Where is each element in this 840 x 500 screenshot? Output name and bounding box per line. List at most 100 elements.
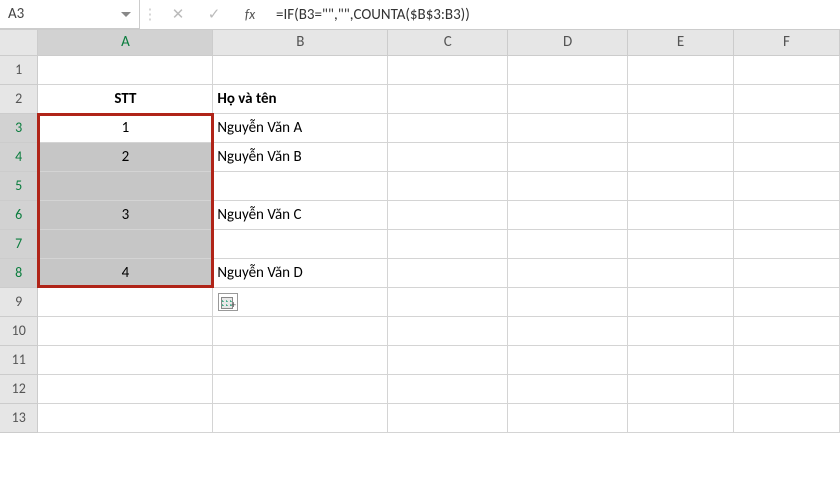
name-box[interactable]: A3 (0, 0, 140, 29)
cell-A13[interactable] (38, 403, 213, 432)
select-all-corner[interactable] (0, 30, 38, 55)
row-head-4[interactable]: 4 (0, 142, 38, 171)
formula-input[interactable]: =IF(B3="","",COUNTA($B$3:B3)) (268, 0, 840, 29)
col-head-F[interactable]: F (734, 30, 840, 55)
cell-D9[interactable] (508, 287, 628, 316)
row-head-13[interactable]: 13 (0, 403, 38, 432)
cell-A9[interactable] (38, 287, 213, 316)
cell-E1[interactable] (628, 55, 734, 84)
cell-C6[interactable] (388, 200, 508, 229)
cell-F1[interactable] (734, 55, 840, 84)
cell-B9[interactable] (213, 287, 388, 316)
cell-B2[interactable]: Họ và tên (213, 84, 388, 113)
cell-D3[interactable] (508, 113, 628, 142)
cell-D6[interactable] (508, 200, 628, 229)
row-head-6[interactable]: 6 (0, 200, 38, 229)
cell-C10[interactable] (388, 316, 508, 345)
row-head-1[interactable]: 1 (0, 55, 38, 84)
cell-C12[interactable] (388, 374, 508, 403)
cell-D8[interactable] (508, 258, 628, 287)
col-head-A[interactable]: A (38, 30, 213, 55)
autofill-options-button[interactable] (218, 293, 238, 311)
cancel-button[interactable]: ✕ (160, 0, 196, 29)
cell-D4[interactable] (508, 142, 628, 171)
cell-A11[interactable] (38, 345, 213, 374)
cell-F7[interactable] (734, 229, 840, 258)
cell-B11[interactable] (213, 345, 388, 374)
cell-C8[interactable] (388, 258, 508, 287)
cell-F13[interactable] (734, 403, 840, 432)
cell-A10[interactable] (38, 316, 213, 345)
col-head-B[interactable]: B (213, 30, 388, 55)
cell-F3[interactable] (734, 113, 840, 142)
cell-D2[interactable] (508, 84, 628, 113)
cell-B1[interactable] (213, 55, 388, 84)
cell-A4[interactable]: 2 (38, 142, 213, 171)
cell-B3[interactable]: Nguyễn Văn A (213, 113, 388, 142)
row-head-5[interactable]: 5 (0, 171, 38, 200)
cell-F8[interactable] (734, 258, 840, 287)
cell-C2[interactable] (388, 84, 508, 113)
cell-E8[interactable] (628, 258, 734, 287)
col-head-E[interactable]: E (628, 30, 734, 55)
cell-D10[interactable] (508, 316, 628, 345)
cell-A6[interactable]: 3 (38, 200, 213, 229)
enter-button[interactable]: ✓ (196, 0, 232, 29)
cell-B13[interactable] (213, 403, 388, 432)
cell-E13[interactable] (628, 403, 734, 432)
cell-A7[interactable] (38, 229, 213, 258)
cell-E6[interactable] (628, 200, 734, 229)
cell-E9[interactable] (628, 287, 734, 316)
cell-B4[interactable]: Nguyễn Văn B (213, 142, 388, 171)
cell-F6[interactable] (734, 200, 840, 229)
cell-D7[interactable] (508, 229, 628, 258)
cell-F9[interactable] (734, 287, 840, 316)
cell-D1[interactable] (508, 55, 628, 84)
cell-D5[interactable] (508, 171, 628, 200)
cell-A1[interactable] (38, 55, 213, 84)
cell-F10[interactable] (734, 316, 840, 345)
cell-F12[interactable] (734, 374, 840, 403)
cell-E10[interactable] (628, 316, 734, 345)
cell-C9[interactable] (388, 287, 508, 316)
cell-C11[interactable] (388, 345, 508, 374)
cell-D11[interactable] (508, 345, 628, 374)
cell-F11[interactable] (734, 345, 840, 374)
cell-C5[interactable] (388, 171, 508, 200)
row-head-10[interactable]: 10 (0, 316, 38, 345)
row-head-2[interactable]: 2 (0, 84, 38, 113)
chevron-down-icon[interactable] (121, 12, 131, 17)
cell-A2[interactable]: STT (38, 84, 213, 113)
cell-A5[interactable] (38, 171, 213, 200)
cell-A12[interactable] (38, 374, 213, 403)
row-head-9[interactable]: 9 (0, 287, 38, 316)
cell-E4[interactable] (628, 142, 734, 171)
cell-B8[interactable]: Nguyễn Văn D (213, 258, 388, 287)
cell-B6[interactable]: Nguyễn Văn C (213, 200, 388, 229)
cell-C13[interactable] (388, 403, 508, 432)
cell-C1[interactable] (388, 55, 508, 84)
row-head-11[interactable]: 11 (0, 345, 38, 374)
cell-F2[interactable] (734, 84, 840, 113)
cell-D12[interactable] (508, 374, 628, 403)
cell-B10[interactable] (213, 316, 388, 345)
cell-E12[interactable] (628, 374, 734, 403)
row-head-3[interactable]: 3 (0, 113, 38, 142)
cell-C3[interactable] (388, 113, 508, 142)
col-head-D[interactable]: D (508, 30, 628, 55)
cell-D13[interactable] (508, 403, 628, 432)
row-head-8[interactable]: 8 (0, 258, 38, 287)
cell-B5[interactable] (213, 171, 388, 200)
cell-C4[interactable] (388, 142, 508, 171)
row-head-7[interactable]: 7 (0, 229, 38, 258)
cell-B7[interactable] (213, 229, 388, 258)
cell-E3[interactable] (628, 113, 734, 142)
cell-A8[interactable]: 4 (38, 258, 213, 287)
row-head-12[interactable]: 12 (0, 374, 38, 403)
cell-A3[interactable]: 1 (38, 113, 213, 142)
insert-function-button[interactable]: fx (232, 0, 268, 29)
cell-F5[interactable] (734, 171, 840, 200)
cell-E2[interactable] (628, 84, 734, 113)
cell-E5[interactable] (628, 171, 734, 200)
cell-E7[interactable] (628, 229, 734, 258)
